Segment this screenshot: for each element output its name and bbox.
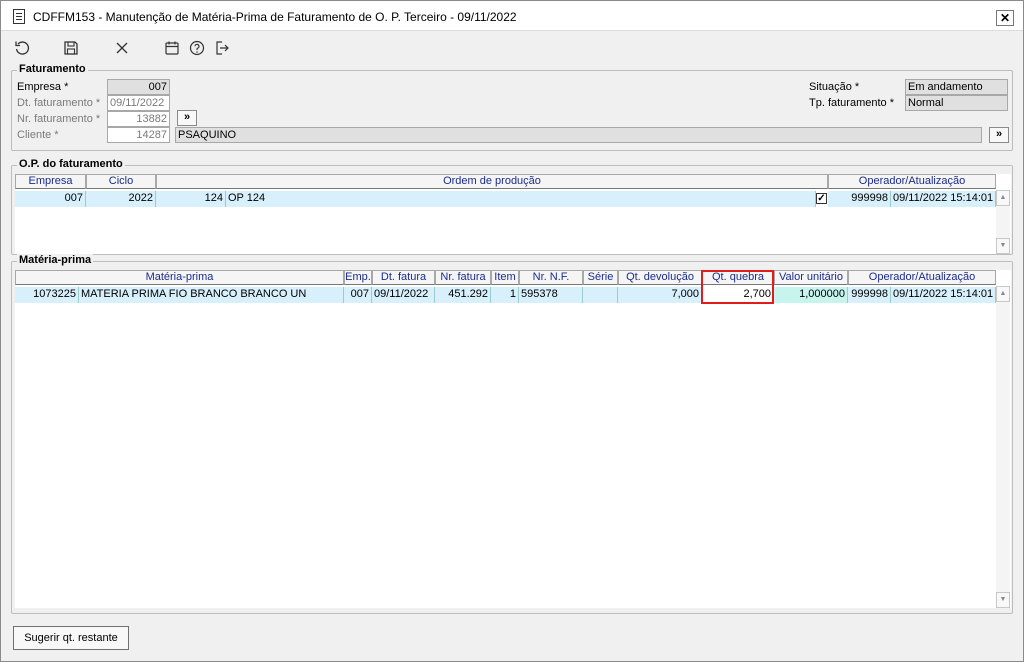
exit-icon[interactable] [211, 37, 233, 59]
cliente-name-field: PSAQUINO [175, 127, 982, 143]
nr-faturamento-label: Nr. faturamento * [17, 113, 101, 125]
save-icon[interactable] [60, 37, 82, 59]
mp-cell-qt-devolucao[interactable]: 7,000 [618, 287, 702, 303]
refresh-icon[interactable] [11, 37, 33, 59]
dt-faturamento-field[interactable]: 09/11/2022 [107, 95, 170, 111]
op-grid: Empresa Ciclo Ordem de produção Operador… [15, 174, 1011, 254]
mp-header-item[interactable]: Item [491, 270, 519, 285]
main-window: CDFFM153 - Manutenção de Matéria-Prima d… [0, 0, 1024, 662]
op-scroll-down-icon[interactable]: ▼ [996, 238, 1010, 254]
mp-cell-descricao[interactable]: MATERIA PRIMA FIO BRANCO BRANCO UN [79, 287, 344, 303]
cliente-code-field[interactable]: 14287 [107, 127, 170, 143]
mp-header-operador[interactable]: Operador/Atualização [848, 270, 996, 285]
mp-grid: Matéria-prima Emp. Dt. fatura Nr. fatura… [15, 270, 1011, 608]
mp-cell-operador[interactable]: 999998 [848, 287, 891, 303]
situacao-label: Situação * [809, 81, 860, 93]
mp-header-emp[interactable]: Emp. [344, 270, 372, 285]
op-header-empresa[interactable]: Empresa [15, 174, 86, 189]
op-scrollbar[interactable]: ▲ ▼ [996, 190, 1010, 254]
op-row-checkbox[interactable]: ✓ [816, 193, 827, 204]
window-title: CDFFM153 - Manutenção de Matéria-Prima d… [33, 10, 517, 24]
sugerir-qt-restante-button[interactable]: Sugerir qt. restante [13, 626, 129, 650]
op-header-operador[interactable]: Operador/Atualização [828, 174, 996, 189]
op-header-ordem[interactable]: Ordem de produção [156, 174, 828, 189]
situacao-field: Em andamento [905, 79, 1008, 95]
op-cell-operador[interactable]: 999998 [828, 191, 891, 207]
mp-cell-nr-nf[interactable]: 595378 [519, 287, 583, 303]
mp-scroll-up-icon[interactable]: ▲ [996, 286, 1010, 302]
cliente-label: Cliente * [17, 129, 59, 141]
mp-header-qt-devolucao[interactable]: Qt. devolução [618, 270, 702, 285]
op-cell-ciclo[interactable]: 2022 [86, 191, 156, 207]
mp-header-dt-fatura[interactable]: Dt. fatura [372, 270, 435, 285]
mp-cell-serie[interactable] [583, 287, 618, 303]
cliente-search-button[interactable]: » [989, 127, 1009, 143]
mp-cell-item[interactable]: 1 [491, 287, 519, 303]
help-icon[interactable] [186, 37, 208, 59]
dt-faturamento-label: Dt. faturamento * [17, 97, 101, 109]
tp-faturamento-field: Normal [905, 95, 1008, 111]
op-title: O.P. do faturamento [17, 158, 125, 170]
close-icon[interactable] [111, 37, 133, 59]
toolbar [1, 32, 1023, 62]
mp-cell-valor-unitario[interactable]: 1,000000 [774, 287, 848, 303]
mp-cell-atualizacao[interactable]: 09/11/2022 15:14:01 [891, 287, 996, 303]
op-cell-atualizacao[interactable]: 09/11/2022 15:14:01 [891, 191, 996, 207]
mp-cell-nr-fatura[interactable]: 451.292 [435, 287, 491, 303]
title-bar: CDFFM153 - Manutenção de Matéria-Prima d… [1, 1, 1023, 31]
tp-faturamento-label: Tp. faturamento * [809, 97, 894, 109]
mp-header-nr-fatura[interactable]: Nr. fatura [435, 270, 491, 285]
mp-scroll-down-icon[interactable]: ▼ [996, 592, 1010, 608]
mp-header-serie[interactable]: Série [583, 270, 618, 285]
empresa-label: Empresa * [17, 81, 69, 93]
mp-title: Matéria-prima [17, 254, 94, 266]
op-scroll-up-icon[interactable]: ▲ [996, 190, 1010, 206]
empresa-field[interactable]: 007 [107, 79, 170, 95]
mp-header-materia[interactable]: Matéria-prima [15, 270, 344, 285]
op-cell-ordem-num[interactable]: 124 [156, 191, 226, 207]
mp-header-nr-nf[interactable]: Nr. N.F. [519, 270, 583, 285]
calendar-icon[interactable] [161, 37, 183, 59]
qt-quebra-highlight [701, 270, 774, 304]
app-document-icon [13, 9, 25, 24]
op-header-ciclo[interactable]: Ciclo [86, 174, 156, 189]
mp-scrollbar[interactable]: ▲ ▼ [996, 286, 1010, 608]
mp-header-valor-unitario[interactable]: Valor unitário [774, 270, 848, 285]
nr-faturamento-search-button[interactable]: » [177, 110, 197, 126]
op-cell-empresa[interactable]: 007 [15, 191, 86, 207]
mp-cell-emp[interactable]: 007 [344, 287, 372, 303]
mp-cell-dt-fatura[interactable]: 09/11/2022 [372, 287, 435, 303]
faturamento-title: Faturamento [17, 63, 88, 75]
close-window-button[interactable]: ✕ [996, 10, 1014, 26]
op-cell-ordem-desc[interactable]: OP 124 [226, 191, 816, 207]
mp-cell-codigo[interactable]: 1073225 [15, 287, 79, 303]
nr-faturamento-field[interactable]: 13882 [107, 111, 170, 127]
